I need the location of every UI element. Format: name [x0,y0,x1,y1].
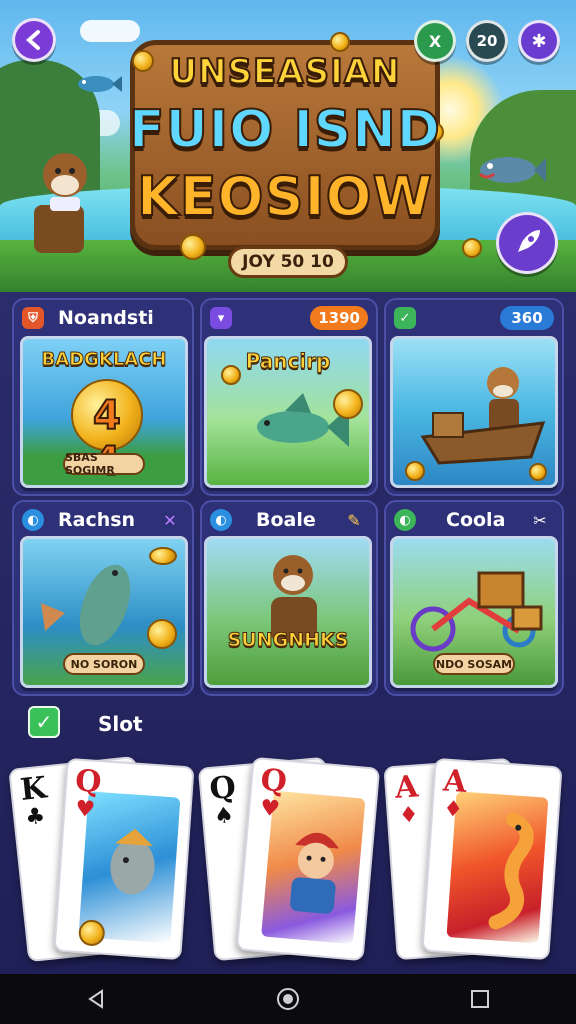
pencil-icon[interactable]: ✎ [342,508,366,532]
circle-icon: ◐ [210,509,232,531]
cloud [80,20,140,42]
game-tile[interactable]: NO SORON [20,536,188,688]
card-suit: ♥ [74,796,96,823]
coin-icon [405,461,425,481]
card-rank: K [18,770,49,808]
flying-fish-icon [78,76,122,92]
panel-title: Rachsn [58,509,136,531]
card-rank: Q [208,769,238,807]
triangle-back-icon [88,989,103,1009]
coin-badge: 360 [500,306,554,330]
coin-icon [330,32,350,52]
card-rank: Q [259,762,289,800]
game-title: SUNGNHKS [227,629,349,652]
coin-icon [333,389,363,419]
tricycle-icon [410,571,543,652]
system-nav-bar [0,974,576,1024]
hero-banner: UNSEASIAN FUIO ISND KEOSIOW JOY 50 10 X … [0,0,576,292]
game-tile[interactable]: Pancirp [204,336,372,488]
game-tile[interactable]: BADGKLACH 4 4 SBAS SOGIMR [20,336,188,488]
title-line-1: UNSEASIAN [169,51,401,93]
card-rank: A [442,763,468,800]
slot-check-icon[interactable]: ✓ [28,706,60,738]
panel-header: ✓ 360 [386,300,562,336]
card-suit: ♣ [24,803,47,831]
chevron-down-icon: ▾ [210,307,232,329]
coin-icon [77,919,106,947]
x-icon[interactable]: ✕ [158,508,182,532]
square-recents-icon [471,990,489,1008]
beaver-mascot-icon [34,153,87,253]
boat-captain-icon [420,367,546,465]
hud-button-level[interactable]: 20 [466,20,508,62]
back-button[interactable] [12,18,56,62]
shield-icon: ⛨ [22,307,44,329]
panel-title: Noandsti [58,307,154,329]
hud-2-label: 20 [476,32,498,50]
nav-recents-button[interactable] [450,979,510,1019]
circle-icon: ◐ [22,509,44,531]
coin-icon [149,547,177,565]
fish-icon [478,157,546,183]
king-character-icon [290,832,340,914]
panel-title: Boale [256,509,316,531]
panel-header: ▾ 1390 [202,300,376,336]
card-rank: A [393,769,420,806]
coin-icon [147,619,177,649]
check-icon: ✓ [394,307,416,329]
rocket-icon [518,230,540,252]
title-line-3: KEOSIOW [136,164,434,229]
hud-1-label: X [428,31,442,51]
nav-home-button[interactable] [258,979,318,1019]
cross-icon[interactable]: ✂ [528,508,552,532]
coin-icon [221,365,241,385]
game-board: ⛨ Noandsti ▾ 1390 ✓ 360 BADGKLACH 4 4 SB… [0,292,576,974]
panel-header: ◐ Coola ✂ [386,502,562,538]
playing-card[interactable]: Q ♥ [235,756,381,962]
hud-3-label: ✱ [531,30,547,52]
panel-header: ⛨ Noandsti [14,300,192,336]
hud-button-close[interactable]: X [414,20,456,62]
game-tile[interactable]: NDO SOSAM [390,536,558,688]
jackpot-counter: JOY 50 10 [228,246,348,278]
panel-header: ◐ Rachsn ✕ [14,502,192,538]
game-tile[interactable] [390,336,558,488]
game-tile[interactable]: SUNGNHKS [204,536,372,688]
circle-home-icon [277,988,299,1010]
card-suit: ♥ [259,795,281,823]
seahorse-icon [488,812,534,930]
panel-title: Coola [446,509,506,531]
game-tag: NDO SOSAM [433,653,515,675]
game-tag: NO SORON [63,653,145,675]
card-suit: ♦ [442,796,464,823]
title-line-2: FUIO ISND [128,99,441,161]
nav-back-button[interactable] [66,979,126,1019]
game-tag: SBAS SOGIMR [63,451,145,477]
salmon-icon [41,564,131,646]
coin-icon [462,238,482,258]
game-title: BADGKLACH [41,349,167,371]
slot-section-title: Slot [98,712,143,736]
hud-button-settings[interactable]: ✱ [518,20,560,62]
circle-icon: ◐ [394,509,416,531]
rocket-button[interactable] [496,212,558,274]
coin-icon [180,234,206,260]
card-rank: Q [74,763,103,801]
playing-card[interactable]: Q ♥ [53,757,195,961]
fish-icon [110,828,155,895]
coin-badge: 1390 [310,306,368,330]
chevron-left-icon [25,30,40,50]
panel-header: ◐ Boale ✎ [202,502,376,538]
card-suit: ♦ [398,802,420,829]
playing-card[interactable]: A ♦ [421,757,563,961]
game-lobby-screen: UNSEASIAN FUIO ISND KEOSIOW JOY 50 10 X … [0,0,576,1024]
coin-icon [529,463,547,481]
card-suit: ♠ [213,803,235,830]
